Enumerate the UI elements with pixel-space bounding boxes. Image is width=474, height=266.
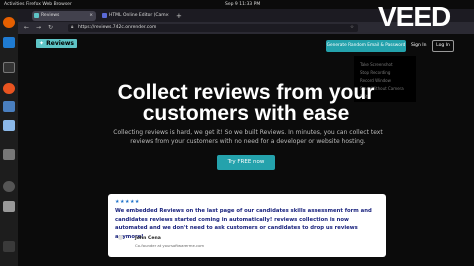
lock-icon: 🔒︎ <box>71 25 74 30</box>
reviewer-title: Co-founder at yoursoftwarerme.com <box>135 243 205 248</box>
menu-item-screenshot[interactable]: Take Screenshot <box>360 62 393 67</box>
log-in-button[interactable]: Log In <box>432 40 454 52</box>
generate-credentials-button[interactable]: Generate Random Email & Password <box>326 40 406 52</box>
reviews-logo[interactable]: ✦ Reviews <box>36 39 77 48</box>
forward-button[interactable]: → <box>36 23 41 33</box>
disk-icon[interactable] <box>3 201 15 212</box>
dock <box>0 9 18 266</box>
review-card: ★★★★★ We embedded Reviews on the last pa… <box>108 194 386 257</box>
tab-label: Reviews <box>41 13 60 18</box>
close-tab-icon[interactable]: × <box>165 11 169 21</box>
vscode-icon[interactable] <box>3 37 15 48</box>
tab-reviews[interactable]: Reviews × <box>32 11 96 21</box>
ubuntu-software-icon[interactable] <box>3 83 15 94</box>
clock[interactable]: Sep 9 11:33 PM <box>225 0 260 9</box>
sign-in-link[interactable]: Sign In <box>411 41 426 51</box>
logo-mark-icon: ✦ <box>39 40 45 47</box>
reviewer-name: John Cena <box>135 236 161 241</box>
menu-item-stop-recording[interactable]: Stop Recording <box>360 70 390 75</box>
tab-html-editor[interactable]: HTML Online Editor (Cam × <box>100 11 172 21</box>
new-tab-button[interactable]: + <box>176 11 182 21</box>
veed-watermark: VEED <box>378 1 451 32</box>
hero-title-line-2: customers with ease <box>142 102 350 125</box>
help-icon[interactable] <box>3 101 15 112</box>
url-bar[interactable]: 🔒︎ https://reviews.742c.onrender.com ☆ <box>68 24 358 32</box>
editor-favicon-icon <box>102 13 107 18</box>
avatar <box>118 235 123 240</box>
camera-icon[interactable] <box>3 181 15 192</box>
back-button[interactable]: ← <box>24 23 29 33</box>
app-menu[interactable]: Firefox Web Browser <box>26 0 72 9</box>
firefox-icon[interactable] <box>3 17 15 28</box>
rating-stars: ★★★★★ <box>115 199 140 205</box>
reload-button[interactable]: ↻ <box>48 23 53 33</box>
hero-subtitle: Collecting reviews is hard, we get it! S… <box>113 129 383 145</box>
bookmark-star-icon[interactable]: ☆ <box>350 24 354 32</box>
trash-icon[interactable] <box>3 241 15 252</box>
url-text: https://reviews.742c.onrender.com <box>78 25 157 30</box>
activities-button[interactable]: Activities <box>4 0 25 9</box>
web-page: ✦ Reviews Generate Random Email & Passwo… <box>18 34 474 266</box>
tab-label: HTML Online Editor (Cam <box>109 13 166 18</box>
settings-icon[interactable] <box>3 149 15 160</box>
files-icon[interactable] <box>3 120 15 131</box>
hero-title-line-1: Collect reviews from your <box>117 81 375 104</box>
close-tab-icon[interactable]: × <box>89 11 93 21</box>
reviews-favicon-icon <box>34 13 39 18</box>
hero-title: Collect reviews from your customers with… <box>18 82 474 124</box>
try-free-button[interactable]: Try FREE now <box>217 155 275 170</box>
terminal-icon[interactable] <box>3 62 15 73</box>
logo-text: Reviews <box>46 40 74 47</box>
